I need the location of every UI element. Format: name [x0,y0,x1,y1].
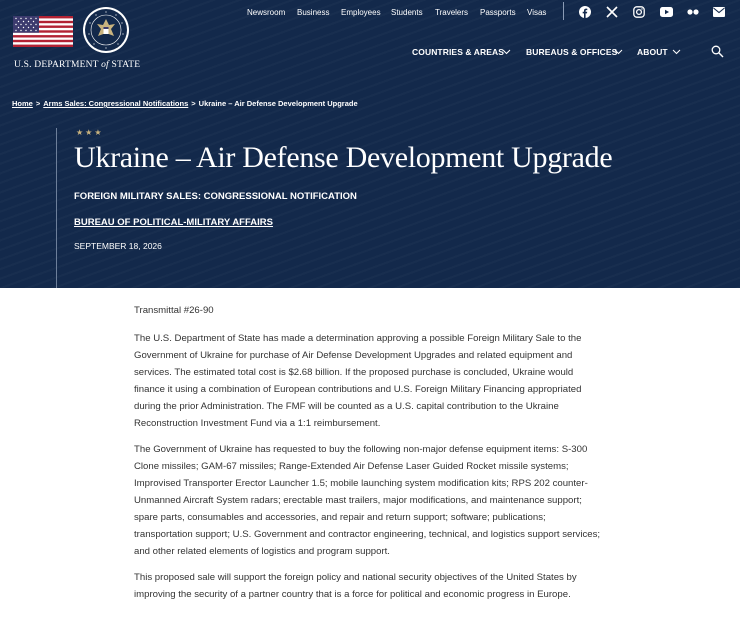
nav-countries-areas[interactable]: COUNTRIES & AREAS [412,47,504,57]
nav-newsroom[interactable]: Newsroom [247,8,285,17]
instagram-icon[interactable] [632,5,646,19]
youtube-icon[interactable] [659,5,673,19]
stars-ornament: ★★★ [76,128,104,137]
x-icon[interactable] [605,5,619,19]
nav-employees[interactable]: Employees [341,8,381,17]
department-wordmark-prefix: U.S. DEPARTMENT [14,60,102,70]
breadcrumb-current: Ukraine – Air Defense Development Upgrad… [198,99,358,108]
utility-nav-divider [563,2,564,20]
nav-visas[interactable]: Visas [527,8,546,17]
nav-travelers[interactable]: Travelers [435,8,468,17]
article-category: FOREIGN MILITARY SALES: CONGRESSIONAL NO… [74,191,357,202]
publish-date: SEPTEMBER 18, 2026 [74,241,162,251]
nav-business[interactable]: Business [297,8,329,17]
nav-bureaus-offices[interactable]: BUREAUS & OFFICES [526,47,617,57]
hero-divider-line [56,128,57,288]
facebook-icon[interactable] [578,5,592,19]
chevron-down-icon[interactable] [672,47,681,56]
article-paragraph: The U.S. Department of State has made a … [134,333,582,429]
breadcrumb-separator: > [35,99,41,108]
breadcrumb-arms-sales[interactable]: Arms Sales: Congressional Notifications [43,99,188,108]
nav-students[interactable]: Students [391,8,423,17]
article-paragraph: The Government of Ukraine has requested … [134,444,601,557]
breadcrumb-home[interactable]: Home [12,99,33,108]
chevron-down-icon[interactable] [614,47,623,56]
utility-nav: Newsroom Business Employees Students Tra… [0,8,740,24]
transmittal-number: Transmittal #26-90 [134,305,214,316]
department-wordmark: U.S. DEPARTMENT of STATE [14,60,140,70]
department-wordmark-of: of [101,60,109,70]
nav-passports[interactable]: Passports [480,8,516,17]
site-header: U.S. DEPARTMENT of STATE Newsroom Busine… [0,0,740,288]
chevron-down-icon[interactable] [502,47,511,56]
search-icon[interactable] [711,45,724,58]
bureau-link[interactable]: BUREAU OF POLITICAL-MILITARY AFFAIRS [74,217,273,228]
article-body: Transmittal #26-90 The U.S. Department o… [134,302,602,612]
breadcrumb-separator: > [191,99,196,108]
page-title: Ukraine – Air Defense Development Upgrad… [74,141,613,174]
department-wordmark-suffix: STATE [108,60,141,70]
flickr-icon[interactable] [686,5,700,19]
email-icon[interactable] [712,5,726,19]
article-paragraph: This proposed sale will support the fore… [134,572,577,600]
nav-about[interactable]: ABOUT [637,47,668,57]
breadcrumb: Home > Arms Sales: Congressional Notificat… [12,99,358,108]
